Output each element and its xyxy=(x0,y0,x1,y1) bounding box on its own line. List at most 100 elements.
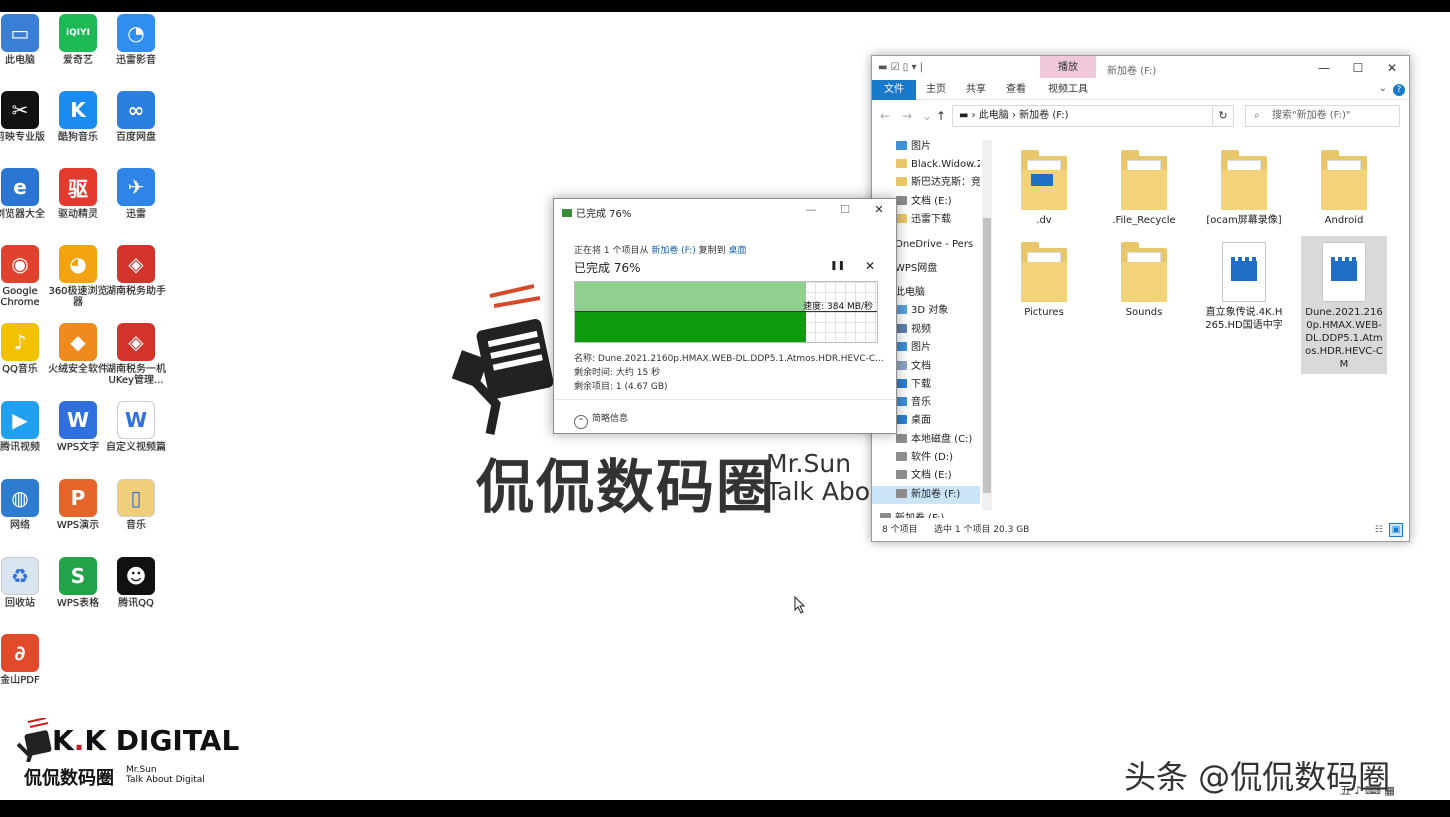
file-item[interactable]: .File_Recycle xyxy=(1101,144,1187,230)
desktop-icon[interactable]: ◉ Google Chrome xyxy=(0,245,51,308)
help-icon[interactable]: ? xyxy=(1393,84,1405,96)
close-button[interactable]: ✕ xyxy=(862,199,896,221)
desktop-icon[interactable]: ☻ 腾讯QQ xyxy=(105,557,167,609)
desktop-icon-label: WPS文字 xyxy=(56,442,100,453)
nav-item[interactable]: 文档 (E:) xyxy=(872,467,980,485)
desktop-icon[interactable]: W WPS文字 xyxy=(47,401,109,453)
nav-scrollbar-thumb[interactable] xyxy=(983,218,991,493)
desktop-icon[interactable]: ∞ 百度网盘 xyxy=(105,91,167,143)
nav-item[interactable]: 新加卷 (F:) xyxy=(872,486,980,504)
pause-icon[interactable]: ❚❚ xyxy=(830,261,845,271)
refresh-icon[interactable]: ↻ xyxy=(1212,105,1234,127)
desktop-icon[interactable]: ▭ 此电脑 xyxy=(0,14,51,66)
tab-home[interactable]: 主页 xyxy=(926,80,946,100)
nav-item-icon xyxy=(896,159,907,168)
copy-prefix: 正在将 1 个项目从 xyxy=(574,246,652,256)
nav-item[interactable]: 图片 xyxy=(872,138,980,156)
system-tray[interactable]: 五 ♪ ⌨ ▦ xyxy=(1340,782,1395,798)
explorer-title-bar[interactable]: ▬ ☑ ▯ ▾ | 播放 新加卷 (F:) — ☐ ✕ xyxy=(872,56,1409,80)
desktop-icon[interactable]: ▶ 腾讯视频 xyxy=(0,401,51,453)
maximize-button[interactable]: ☐ xyxy=(1341,56,1375,80)
desktop-icon-label: 爱奇艺 xyxy=(63,55,93,66)
desktop-icon[interactable]: iQIYI 爱奇艺 xyxy=(47,14,109,66)
fewer-details-button[interactable]: ⌃ 简略信息 xyxy=(574,411,628,429)
desktop-icon[interactable]: ◈ 湖南税务助手 xyxy=(105,245,167,297)
desktop-icon[interactable]: ◆ 火绒安全软件 xyxy=(47,323,109,375)
file-item[interactable]: Android xyxy=(1301,144,1387,230)
minimize-button[interactable]: — xyxy=(794,199,828,221)
quick-access-toolbar[interactable]: ▬ ☑ ▯ ▾ | xyxy=(878,62,923,73)
file-item[interactable]: [ocam屏幕录像] xyxy=(1201,144,1287,230)
desktop-icon[interactable]: W 自定义视频篇 xyxy=(105,401,167,453)
file-name: .dv xyxy=(1036,215,1052,226)
desktop-icon[interactable]: 驱驱动精灵 xyxy=(47,168,109,220)
desktop-icon[interactable]: S WPS表格 xyxy=(47,557,109,609)
file-item[interactable]: Dune.2021.2160p.HMAX.WEB-DL.DDP5.1.Atmos… xyxy=(1301,236,1387,374)
copy-icon xyxy=(562,209,572,217)
tab-video-tools[interactable]: 视频工具 xyxy=(1048,80,1088,100)
desktop-icon[interactable]: P WPS演示 xyxy=(47,479,109,531)
chevron-up-icon: ⌃ xyxy=(574,415,588,429)
address-input[interactable]: ▬ › 此电脑 › 新加卷 (F:) ⌄ xyxy=(952,105,1232,127)
brand-en: Mr.Sun Talk About Digital xyxy=(126,765,205,785)
tab-share[interactable]: 共享 xyxy=(966,80,986,100)
nav-item[interactable]: Black.Widow.20 xyxy=(872,156,980,174)
nav-scrollbar[interactable] xyxy=(982,140,992,510)
brand-title-k: K xyxy=(52,724,74,757)
back-arrow-icon[interactable]: ← xyxy=(880,109,890,123)
video-file-icon xyxy=(1222,242,1266,302)
nav-item[interactable]: 斯巴达克斯：竞 xyxy=(872,174,980,192)
copy-progress-dialog[interactable]: 已完成 76% — ☐ ✕ 正在将 1 个项目从 新加卷 (F:) 复制到 桌面… xyxy=(553,198,897,434)
driver-icon: 驱 xyxy=(59,168,97,206)
xunlei-icon: ✈ xyxy=(117,168,155,206)
brand-en-line1: Mr.Sun xyxy=(126,765,157,775)
nav-item-label: 此电脑 xyxy=(895,287,925,298)
cancel-copy-icon[interactable]: ✕ xyxy=(865,259,875,273)
nav-item[interactable]: 新加卷 (F:) xyxy=(872,510,980,518)
chevron-down-icon[interactable]: ⌄ xyxy=(1379,83,1387,94)
desktop-icon[interactable]: K 酷狗音乐 xyxy=(47,91,109,143)
destination-link[interactable]: 桌面 xyxy=(728,246,746,256)
context-tab-play[interactable]: 播放 xyxy=(1040,56,1096,78)
maximize-button[interactable]: ☐ xyxy=(828,199,862,221)
file-item[interactable]: .dv xyxy=(1001,144,1087,230)
desktop-icon[interactable]: ♻ 回收站 xyxy=(0,557,51,609)
forward-arrow-icon[interactable]: → xyxy=(902,109,912,123)
file-explorer-window[interactable]: ▬ ☑ ▯ ▾ | 播放 新加卷 (F:) — ☐ ✕ 文件 主页 共享 查看 … xyxy=(871,55,1410,542)
desktop-icon[interactable]: ✂ 剪映专业版 xyxy=(0,91,51,143)
desktop-icon-label: 火绒安全软件 xyxy=(48,364,108,375)
nav-item-label: 文档 (E:) xyxy=(911,470,952,481)
desktop-icon[interactable]: ◕ 360极速浏览器 xyxy=(47,245,109,308)
desktop-icon-label: 金山PDF xyxy=(0,675,40,686)
nav-item-icon xyxy=(896,141,907,150)
file-item[interactable]: Pictures xyxy=(1001,236,1087,322)
tab-view[interactable]: 查看 xyxy=(1006,80,1026,100)
desktop: ▭ 此电脑 iQIYI 爱奇艺 ◔ 迅雷影音 ✂ 剪映专业版 K 酷狗音乐 ∞ 百度网盘 e 浏览器大全驱… xyxy=(0,12,1450,800)
minimize-button[interactable]: — xyxy=(1307,56,1341,80)
desktop-icon[interactable]: ◍ 网络 xyxy=(0,479,51,531)
desktop-icon[interactable]: e 浏览器大全 xyxy=(0,168,51,220)
desktop-icon[interactable]: ◔ 迅雷影音 xyxy=(105,14,167,66)
qq-music-icon: ♪ xyxy=(1,323,39,361)
desktop-icon[interactable]: ✈ 迅雷 xyxy=(105,168,167,220)
nav-item-label: 图片 xyxy=(911,141,931,152)
nav-item[interactable]: 软件 (D:) xyxy=(872,449,980,467)
recent-chevron-icon[interactable]: ⌄ xyxy=(922,109,932,123)
tab-file[interactable]: 文件 xyxy=(872,80,916,100)
watermark-logo-icon xyxy=(452,284,554,435)
desktop-icon[interactable]: ◈ 湖南税务一机UKey管理... xyxy=(105,323,167,386)
up-arrow-icon[interactable]: ↑ xyxy=(936,109,946,123)
file-item[interactable]: 直立象传说.4K.H265.HD国语中字 xyxy=(1201,236,1287,335)
source-link[interactable]: 新加卷 (F:) xyxy=(651,246,695,256)
large-icons-view-icon[interactable]: ▣ xyxy=(1389,523,1403,537)
close-button[interactable]: ✕ xyxy=(1375,56,1409,80)
360-browser-icon: ◕ xyxy=(59,245,97,283)
file-item[interactable]: Sounds xyxy=(1101,236,1187,322)
watermark-subtitle: Mr.Sun Talk Abo xyxy=(766,450,870,506)
search-input[interactable]: ⌕ 搜索"新加卷 (F:)" xyxy=(1245,105,1400,127)
details-view-icon[interactable]: ☷ xyxy=(1375,519,1383,541)
desktop-icon[interactable]: ♪ QQ音乐 xyxy=(0,323,51,375)
wps-writer-icon: W xyxy=(59,401,97,439)
desktop-icon[interactable]: ∂ 金山PDF xyxy=(0,634,51,686)
desktop-icon[interactable]: ▯ 音乐 xyxy=(105,479,167,531)
